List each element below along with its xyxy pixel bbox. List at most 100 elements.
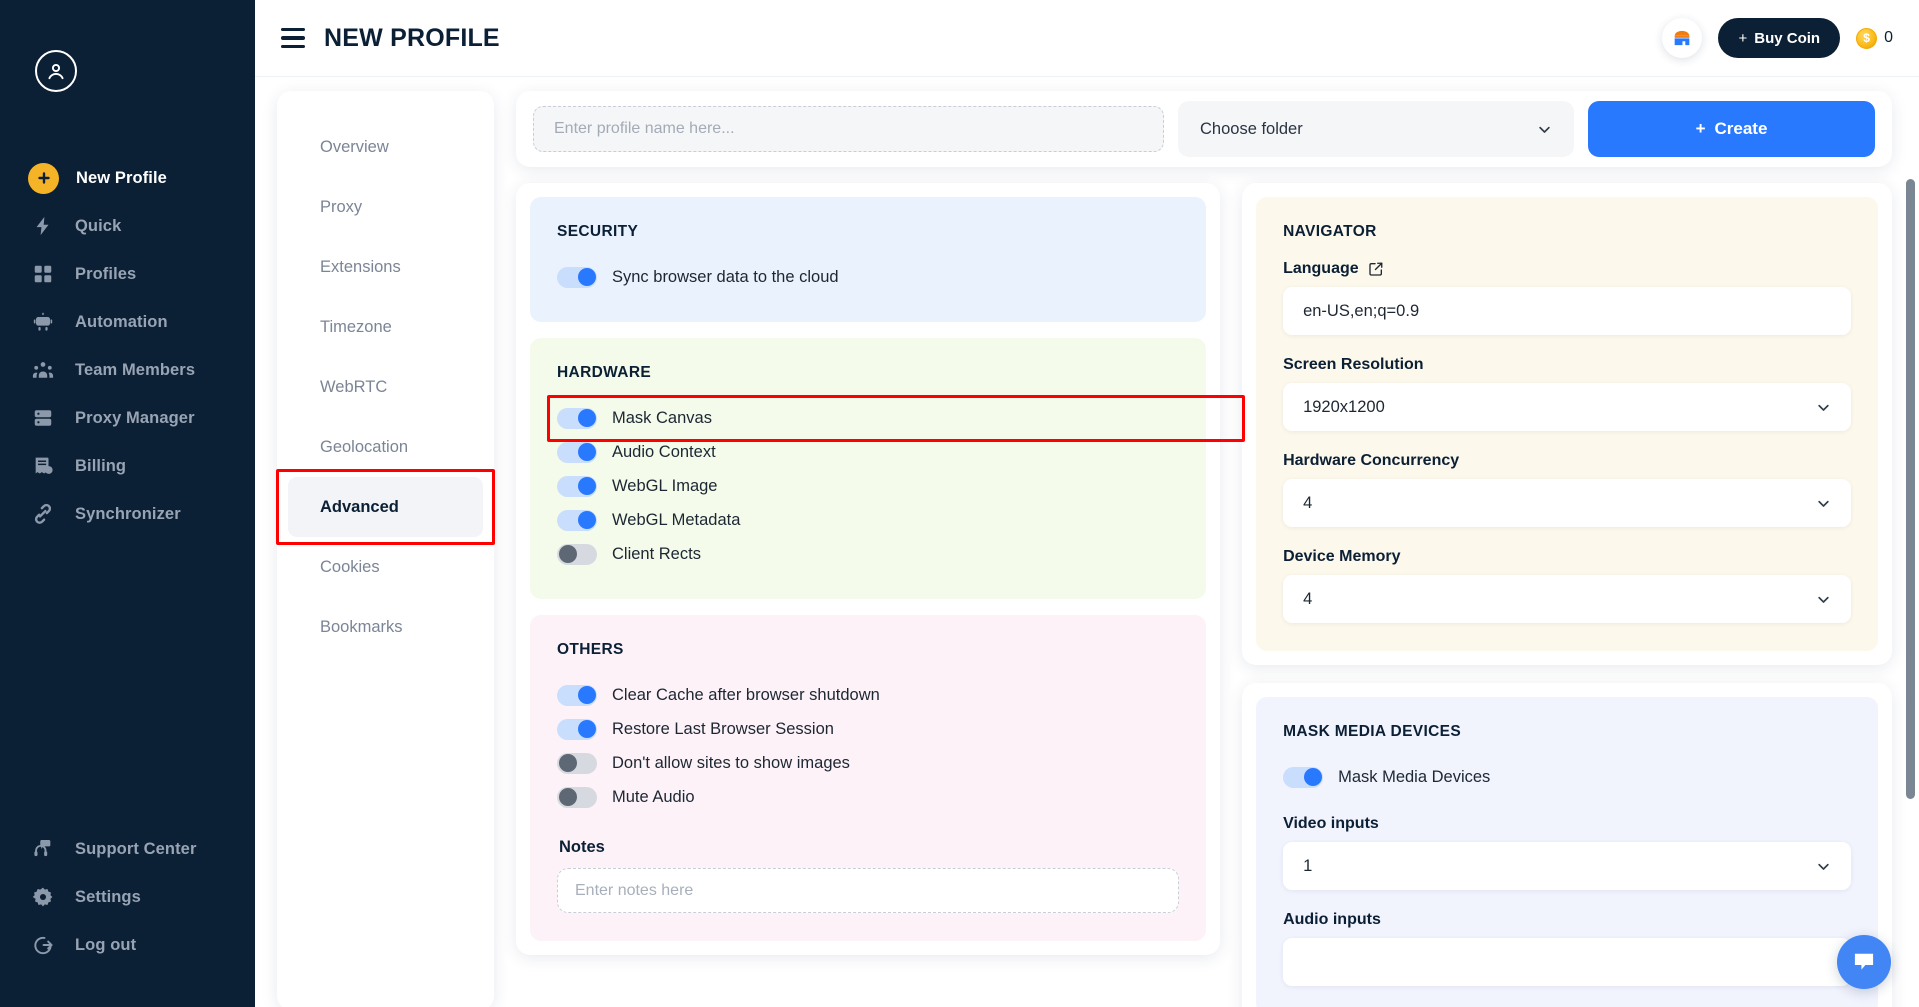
store-shop-icon[interactable]	[1662, 18, 1703, 58]
sidebar-item-label: Settings	[75, 887, 141, 906]
toggle-mute-audio[interactable]: Mute Audio	[557, 780, 1179, 814]
toggle-knob	[577, 268, 596, 286]
tab-timezone[interactable]: Timezone	[288, 297, 483, 357]
toggle-sync-browser-data[interactable]: Sync browser data to the cloud	[557, 260, 1179, 294]
coin-balance[interactable]: $ 0	[1856, 27, 1893, 49]
user-circle-icon[interactable]	[35, 50, 77, 92]
toggle-audio-context[interactable]: Audio Context	[557, 435, 1179, 469]
chevron-down-icon	[1539, 126, 1550, 133]
folder-select-value: Choose folder	[1200, 119, 1303, 138]
hardware-concurrency-select[interactable]: 4	[1283, 479, 1851, 527]
toggle-restore-last-session[interactable]: Restore Last Browser Session	[557, 712, 1179, 746]
sidebar-item-new-profile[interactable]: New Profile	[0, 154, 255, 202]
form-pane: Choose folder + Create SECURITY	[494, 91, 1919, 1007]
mask-media-devices-card: MASK MEDIA DEVICES Mask Media Devices Vi…	[1242, 683, 1892, 1007]
sidebar-item-profiles[interactable]: Profiles	[0, 250, 255, 298]
tab-cookies[interactable]: Cookies	[288, 537, 483, 597]
toggle-mask-media-devices[interactable]: Mask Media Devices	[1283, 760, 1851, 794]
profile-name-input[interactable]	[533, 106, 1164, 152]
gear-icon	[28, 882, 58, 912]
screen-resolution-value: 1920x1200	[1303, 397, 1385, 416]
sidebar-item-proxy-manager[interactable]: Proxy Manager	[0, 394, 255, 442]
tab-overview[interactable]: Overview	[288, 117, 483, 177]
sidebar-item-label: Profiles	[75, 264, 137, 283]
right-panel-column: NAVIGATOR Language en-US,en;q=0.9 Screen…	[1242, 183, 1892, 1007]
device-memory-select[interactable]: 4	[1283, 575, 1851, 623]
language-value-box[interactable]: en-US,en;q=0.9	[1283, 287, 1851, 335]
toggle-switch[interactable]	[557, 718, 597, 740]
sidebar-item-support-center[interactable]: Support Center	[0, 825, 255, 873]
others-title: OTHERS	[557, 641, 624, 658]
navigator-section: NAVIGATOR Language en-US,en;q=0.9 Screen…	[1256, 197, 1878, 651]
toggle-switch[interactable]	[557, 475, 597, 497]
folder-select[interactable]: Choose folder	[1178, 101, 1574, 157]
language-value: en-US,en;q=0.9	[1303, 301, 1420, 320]
others-section: OTHERS Clear Cache after browser shutdow…	[530, 615, 1207, 941]
sidebar-item-billing[interactable]: Billing	[0, 442, 255, 490]
panels-row: SECURITY Sync browser data to the cloud …	[516, 183, 1919, 1007]
toggle-switch[interactable]	[1283, 766, 1324, 788]
sidebar-item-team-members[interactable]: Team Members	[0, 346, 255, 394]
toggle-knob	[558, 545, 577, 563]
toggle-switch[interactable]	[557, 266, 597, 288]
main-area: NEW PROFILE + Buy Coin $ 0 Overview Prox…	[255, 0, 1919, 1007]
scrollbar-thumb[interactable]	[1906, 179, 1915, 799]
edit-pencil-icon[interactable]	[1368, 261, 1384, 277]
toggle-switch[interactable]	[557, 752, 597, 774]
toggle-switch[interactable]	[557, 441, 597, 463]
toggle-block-images[interactable]: Don't allow sites to show images	[557, 746, 1179, 780]
tab-label: Geolocation	[320, 437, 409, 456]
sidebar-item-settings[interactable]: Settings	[0, 873, 255, 921]
audio-inputs-select[interactable]	[1283, 938, 1851, 986]
device-memory-label: Device Memory	[1283, 548, 1401, 565]
tab-extensions[interactable]: Extensions	[288, 237, 483, 297]
tab-proxy[interactable]: Proxy	[288, 177, 483, 237]
toggle-webgl-metadata[interactable]: WebGL Metadata	[557, 503, 1179, 537]
sidebar-item-synchronizer[interactable]: Synchronizer	[0, 490, 255, 538]
tab-bookmarks[interactable]: Bookmarks	[288, 597, 483, 657]
sidebar-item-log-out[interactable]: Log out	[0, 921, 255, 969]
buy-coin-button[interactable]: + Buy Coin	[1718, 18, 1841, 58]
screen-resolution-label: Screen Resolution	[1283, 356, 1424, 373]
grid-squares-icon	[28, 259, 58, 289]
toggle-webgl-image[interactable]: WebGL Image	[557, 469, 1179, 503]
tab-webrtc[interactable]: WebRTC	[288, 357, 483, 417]
sidebar-secondary-nav: Support Center Settings Log out	[0, 825, 255, 969]
sidebar-item-label: Automation	[75, 312, 168, 331]
notes-input[interactable]	[557, 868, 1180, 913]
toggle-label: Restore Last Browser Session	[612, 719, 834, 738]
tab-label: Timezone	[320, 317, 392, 336]
toggle-label: Mask Media Devices	[1338, 767, 1491, 786]
topbar: NEW PROFILE + Buy Coin $ 0	[255, 0, 1919, 77]
hardware-concurrency-label: Hardware Concurrency	[1283, 452, 1460, 469]
tab-geolocation[interactable]: Geolocation	[288, 417, 483, 477]
tab-advanced[interactable]: Advanced	[276, 469, 495, 545]
hamburger-menu-icon[interactable]	[277, 21, 311, 55]
hamburger-line	[281, 27, 305, 32]
avatar[interactable]	[0, 0, 255, 92]
toggle-switch[interactable]	[557, 786, 597, 808]
video-inputs-value: 1	[1303, 856, 1313, 875]
toggle-label: Client Rects	[612, 544, 701, 563]
sidebar-item-quick[interactable]: Quick	[0, 202, 255, 250]
toggle-mask-canvas[interactable]: Mask Canvas	[546, 395, 1246, 442]
toggle-knob	[577, 511, 596, 529]
gold-coin-icon: $	[1856, 27, 1878, 49]
video-inputs-select[interactable]: 1	[1283, 842, 1851, 890]
toggle-clear-cache[interactable]: Clear Cache after browser shutdown	[557, 678, 1179, 712]
toggle-label: WebGL Image	[612, 476, 718, 495]
sidebar-item-label: Proxy Manager	[75, 408, 195, 427]
toggle-client-rects[interactable]: Client Rects	[557, 537, 1179, 571]
toggle-knob	[577, 720, 596, 738]
toggle-label: Clear Cache after browser shutdown	[612, 685, 880, 704]
link-sync-icon	[28, 499, 58, 529]
toggle-switch[interactable]	[557, 509, 597, 531]
create-button[interactable]: + Create	[1588, 101, 1875, 157]
toggle-switch[interactable]	[557, 407, 597, 429]
chat-bubble-icon[interactable]	[1837, 935, 1891, 989]
content-scrollbar[interactable]	[1906, 179, 1915, 1007]
toggle-switch[interactable]	[557, 684, 597, 706]
toggle-switch[interactable]	[557, 543, 597, 565]
screen-resolution-select[interactable]: 1920x1200	[1283, 383, 1851, 431]
sidebar-item-automation[interactable]: Automation	[0, 298, 255, 346]
